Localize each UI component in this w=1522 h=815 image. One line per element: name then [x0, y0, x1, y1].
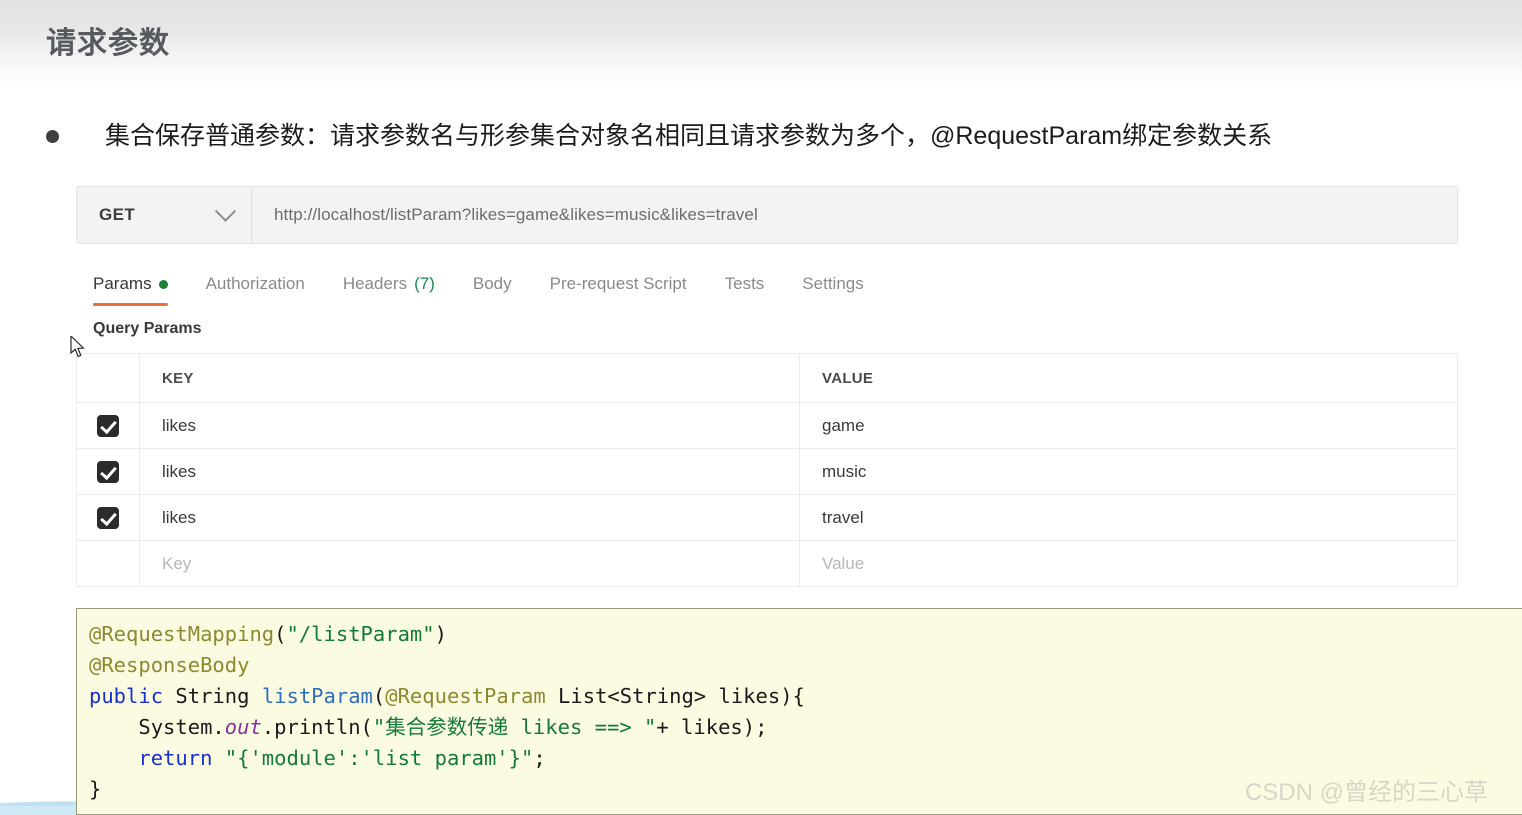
row-checkbox-cell[interactable]: [77, 495, 140, 540]
mouse-cursor-icon: [70, 336, 85, 358]
new-param-value-input[interactable]: Value: [822, 554, 864, 574]
table-row[interactable]: likes game: [77, 403, 1457, 449]
table-row[interactable]: likes travel: [77, 495, 1457, 541]
header-checkbox-cell: [77, 354, 140, 402]
tab-headers-label: Headers: [342, 274, 408, 293]
table-row[interactable]: likes music: [77, 449, 1457, 495]
postman-panel: GET http://localhost/listParam?likes=gam…: [76, 186, 1458, 587]
table-row-empty[interactable]: Key Value: [77, 541, 1457, 587]
row-checkbox-cell-empty[interactable]: [77, 541, 140, 586]
tab-pre-request-script[interactable]: Pre-request Script: [550, 274, 687, 306]
tab-body[interactable]: Body: [473, 274, 512, 306]
tab-pre-request-script-label: Pre-request Script: [549, 274, 687, 293]
chevron-down-icon: [214, 200, 237, 222]
param-key[interactable]: likes: [162, 416, 196, 436]
request-url-bar: GET http://localhost/listParam?likes=gam…: [76, 186, 1458, 244]
tab-headers[interactable]: Headers (7): [343, 274, 435, 306]
tab-settings[interactable]: Settings: [802, 274, 863, 306]
tab-authorization-label: Authorization: [205, 274, 305, 293]
query-params-table: KEY VALUE likes game likes music likes t…: [76, 353, 1458, 587]
page-title: 请求参数: [46, 27, 170, 60]
code-annotation-requestmapping: @RequestMapping: [89, 622, 275, 646]
bullet-row: 集合保存普通参数：请求参数名与形参集合对象名相同且请求参数为多个，@Reques…: [46, 120, 1496, 153]
tab-tests[interactable]: Tests: [725, 274, 765, 306]
tab-settings-label: Settings: [802, 274, 864, 293]
tab-params[interactable]: Params: [93, 274, 168, 306]
bullet-dot-icon: [46, 129, 59, 143]
tab-authorization[interactable]: Authorization: [206, 274, 305, 306]
tab-body-label: Body: [472, 274, 512, 293]
http-method-selector[interactable]: GET: [77, 187, 252, 243]
tab-params-label: Params: [93, 274, 152, 293]
row-checkbox-cell[interactable]: [77, 449, 140, 494]
table-header-row: KEY VALUE: [77, 354, 1457, 403]
row-checkbox-cell[interactable]: [77, 403, 140, 448]
column-header-key: KEY: [162, 369, 194, 387]
code-annotation-responsebody: @ResponseBody: [89, 653, 250, 677]
watermark: CSDN @曾经的三心草: [1244, 779, 1488, 806]
checkbox-checked-icon[interactable]: [97, 414, 119, 437]
http-method-label: GET: [99, 205, 136, 224]
params-modified-dot-icon: [158, 279, 168, 289]
bullet-text: 集合保存普通参数：请求参数名与形参集合对象名相同且请求参数为多个，@Reques…: [105, 122, 1273, 150]
checkbox-checked-icon[interactable]: [97, 460, 119, 483]
tab-headers-count: (7): [414, 274, 435, 293]
param-value[interactable]: music: [822, 462, 866, 482]
request-url-input[interactable]: http://localhost/listParam?likes=game&li…: [252, 187, 1457, 243]
param-value[interactable]: game: [822, 416, 865, 436]
header-band: [0, 0, 1522, 86]
query-params-heading: Query Params: [93, 320, 202, 337]
column-header-value: VALUE: [822, 369, 874, 387]
param-key[interactable]: likes: [162, 508, 196, 528]
request-tabs: Params Authorization Headers (7) Body Pr…: [76, 260, 1458, 306]
tab-tests-label: Tests: [724, 274, 765, 293]
checkbox-checked-icon[interactable]: [97, 506, 119, 529]
new-param-key-input[interactable]: Key: [162, 554, 191, 574]
param-key[interactable]: likes: [162, 462, 196, 482]
param-value[interactable]: travel: [822, 508, 864, 528]
